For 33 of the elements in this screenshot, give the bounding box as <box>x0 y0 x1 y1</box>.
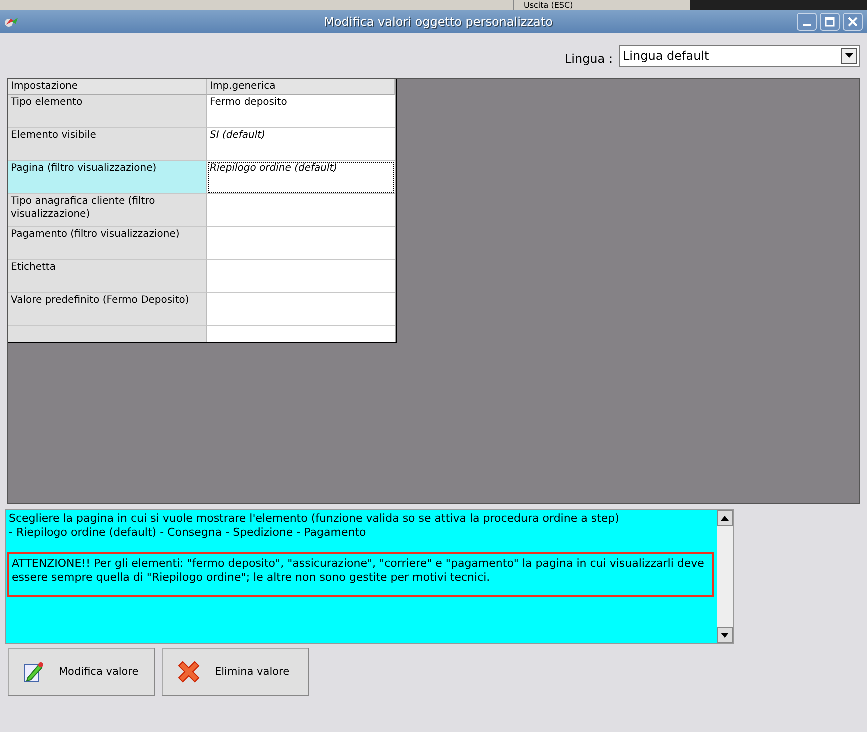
maximize-icon <box>825 16 835 26</box>
scrollbar[interactable] <box>717 510 733 643</box>
app-icon <box>4 16 20 28</box>
action-button[interactable]: Elimina valore <box>162 648 309 696</box>
help-text: - Riepilogo ordine (default) - Consegna - Spedizione - Pagamento <box>9 526 368 540</box>
window-title: Modifica valori oggetto personalizzato <box>323 14 554 28</box>
scroll-up-icon[interactable] <box>717 510 733 526</box>
column-header: Impostazione <box>8 79 207 95</box>
language-dropdown[interactable]: Lingua default <box>619 44 860 66</box>
language-label: Lingua : <box>564 52 613 66</box>
menu-item[interactable]: Uscita (ESC) <box>524 0 574 10</box>
column-header: Imp.generica <box>207 79 395 95</box>
row-label[interactable]: Etichetta <box>8 260 207 293</box>
cross-icon <box>177 661 201 683</box>
row-label[interactable]: Tipo anagrafica cliente (filtro visualizzazione) <box>8 194 207 227</box>
value-cell[interactable]: SI (default) <box>207 128 395 161</box>
scroll-down-icon[interactable] <box>717 627 733 643</box>
close-button[interactable] <box>843 12 863 30</box>
row-label[interactable]: Pagamento (filtro visualizzazione) <box>8 227 207 260</box>
value-cell[interactable]: Fermo deposito <box>207 95 395 128</box>
help-text: Scegliere la pagina in cui si vuole mostrare l'elemento (funzione valida so se attiva la procedura ordine a step) <box>9 512 620 526</box>
pencil-document-icon <box>23 661 45 683</box>
maximize-button[interactable] <box>820 12 840 30</box>
action-button[interactable]: Modifica valore <box>8 648 155 696</box>
minimize-icon <box>803 24 811 26</box>
row-label[interactable]: Elemento visibile <box>8 128 207 161</box>
close-icon <box>848 16 858 26</box>
row-label[interactable]: Pagina (filtro visualizzazione) <box>8 161 207 194</box>
minimize-button[interactable] <box>797 12 817 30</box>
warning-text: ATTENZIONE!! Per gli elementi: "fermo deposito", "assicurazione", "corriere" e "pagamento" la pagina in cui visualizzarli deve essere sempre quella di "Riepilogo ordine"; le altre non sono gestite per motivi tecnici. <box>7 552 714 597</box>
value-cell[interactable]: Riepilogo ordine (default) <box>207 161 395 194</box>
row-label[interactable]: Valore predefinito (Fermo Deposito) <box>8 293 207 326</box>
row-label[interactable]: Tipo elemento <box>8 95 207 128</box>
